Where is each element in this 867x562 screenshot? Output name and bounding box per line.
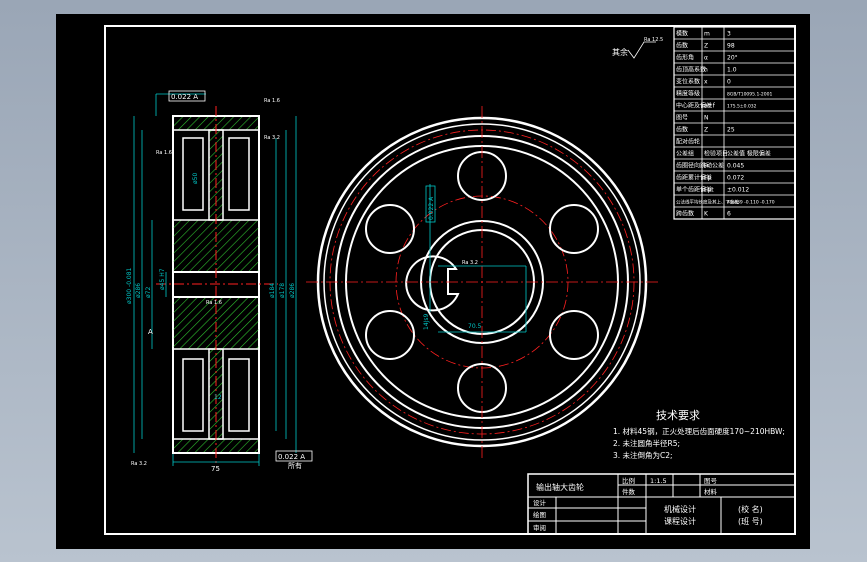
table-cell-symbol: K bbox=[704, 211, 709, 218]
datum-label: A bbox=[148, 328, 153, 336]
roughness-note: 其余 Ra 12.5 bbox=[612, 37, 663, 59]
tech-requirements: 技术要求 1. 材料45钢，正火处理后齿面硬度170~210HBW; 2. 未注… bbox=[613, 409, 785, 460]
title-block-texts: 输出轴大齿轮 比例 1:1.5 图号 件数 材料 设计 绘图 审阅 机械设计 课… bbox=[533, 476, 763, 532]
table-cell-name: 齿顶高系数 bbox=[676, 66, 706, 74]
front-view bbox=[306, 106, 658, 458]
table-cell-name: 图号 bbox=[676, 115, 688, 122]
table-cell-value: 8GB/T10095.1-2001 bbox=[727, 92, 773, 98]
roughness-1: Ra 1.6 bbox=[264, 98, 280, 104]
hole-dim: ø50 bbox=[192, 173, 199, 184]
table-cell-name: 跨齿数 bbox=[676, 210, 694, 218]
table-cell-value: 0.072 bbox=[727, 175, 744, 182]
roughness-2: Ra 3.2 bbox=[264, 135, 280, 141]
material-label: 材料 bbox=[704, 487, 718, 496]
table-cell-symbol: Z bbox=[704, 127, 708, 134]
reviewer-label: 审阅 bbox=[533, 523, 546, 532]
scale-value: 1:1.5 bbox=[650, 477, 667, 485]
parameter-table: 模数 m 3 齿数 Z 98 齿形角 α 20° 齿顶高系数h 1.0 变位系数 x 0 精度等级 8GB/T… bbox=[673, 26, 796, 220]
table-cell-value: 175.5±0.032 bbox=[727, 104, 757, 110]
table-cell-value: 3 bbox=[727, 31, 731, 38]
school-line-2: (班 号) bbox=[738, 516, 763, 526]
scale-label: 比例 bbox=[622, 476, 635, 485]
table-cell-value: 1.0 bbox=[727, 67, 737, 74]
roughness-note-value: Ra 12.5 bbox=[644, 37, 663, 43]
hub-dim: ø72 bbox=[145, 287, 152, 298]
table-cell-value: 0 bbox=[727, 79, 731, 86]
tech-item-3: 3. 未注倒角为C2; bbox=[613, 450, 673, 460]
table-cell-value: 公差值 极限偏差 bbox=[727, 150, 771, 158]
table-cell-symbol: h bbox=[704, 67, 708, 74]
table-cell-symbol: Z bbox=[704, 43, 708, 50]
table-cell-value: 42.439 -0.110 -0.170 bbox=[727, 200, 775, 206]
table-cell-symbol: a±f bbox=[704, 103, 716, 110]
table-cell-value: 6 bbox=[727, 211, 731, 218]
table-cell-symbol: α bbox=[704, 55, 708, 62]
roughness-5: Ra 1.6 bbox=[156, 150, 172, 156]
table-cell-value: 20° bbox=[727, 55, 738, 62]
keyway-tolerance: 0.022 A bbox=[428, 196, 435, 220]
table-cell-name: 精度等级 bbox=[676, 90, 700, 98]
tolerance-top: 0.022 A bbox=[171, 93, 198, 101]
drawing-no-label: 图号 bbox=[704, 477, 718, 485]
table-cell-name: 变位系数 bbox=[676, 78, 700, 86]
section-view bbox=[156, 106, 278, 464]
web-dim-1: ø184 bbox=[269, 283, 276, 298]
quantity-label: 件数 bbox=[622, 487, 636, 496]
table-cell-symbol: 检验项目 bbox=[704, 150, 728, 158]
table-cell-name: 齿数 bbox=[676, 42, 688, 50]
table-cell-name: 齿圈径向跳动公差 bbox=[676, 162, 724, 170]
course-line-1: 机械设计 bbox=[664, 504, 696, 514]
table-cell-symbol: Fr bbox=[704, 163, 710, 170]
drawer-label: 绘图 bbox=[533, 510, 546, 519]
table-cell-name: 配对齿轮 bbox=[676, 138, 700, 146]
school-line-1: (校 名) bbox=[738, 504, 763, 514]
tip-dim: ø300 -0.081 bbox=[126, 267, 133, 304]
width-dim: 75 bbox=[211, 465, 220, 473]
tech-item-2: 2. 未注圆角半径R5; bbox=[613, 438, 680, 448]
table-cell-symbol: m bbox=[704, 31, 710, 38]
tech-item-1: 1. 材料45钢，正火处理后齿面硬度170~210HBW; bbox=[613, 426, 785, 436]
bore-dim: ø45 H7 bbox=[159, 268, 166, 290]
roughness-4: Ra 3.2 bbox=[131, 461, 147, 467]
dim-12: 12 bbox=[214, 394, 222, 401]
tip-dim-right: ø286 bbox=[289, 283, 296, 298]
drawing-name: 输出轴大齿轮 bbox=[536, 482, 584, 492]
cad-viewport[interactable]: 0.022 A 0.022 A 所有 75 A ø300 -0.081 ø286… bbox=[56, 14, 810, 549]
table-cell-value: 98 bbox=[727, 43, 735, 50]
table-cell-symbol: Fp bbox=[704, 175, 711, 182]
course-line-2: 课程设计 bbox=[664, 516, 696, 526]
keyway-roughness: Ra 3.2 bbox=[462, 260, 478, 266]
tech-title: 技术要求 bbox=[656, 409, 700, 422]
roughness-note-label: 其余 bbox=[612, 47, 628, 57]
table-cell-name: 模数 bbox=[676, 30, 688, 38]
roughness-3: Ra 1.6 bbox=[206, 300, 222, 306]
table-cell-value: 25 bbox=[727, 127, 735, 134]
table-cell-name: 齿形角 bbox=[676, 54, 694, 62]
keyway-depth: 70.5 bbox=[468, 323, 482, 330]
table-cell-name: 公差组 bbox=[676, 150, 694, 158]
designer-label: 设计 bbox=[533, 498, 547, 507]
tolerance-bottom: 0.022 A bbox=[278, 453, 305, 461]
gear-drawing-canvas[interactable]: 0.022 A 0.022 A 所有 75 A ø300 -0.081 ø286… bbox=[56, 14, 810, 549]
table-cell-symbol: x bbox=[704, 79, 708, 86]
table-cell-symbol: N bbox=[704, 115, 709, 122]
table-cell-value: 0.045 bbox=[727, 163, 744, 170]
table-cell-name: 齿数 bbox=[676, 126, 688, 134]
table-cell-symbol: Fpt bbox=[704, 187, 714, 194]
root-dim: ø286 bbox=[135, 283, 142, 298]
keyway-width: 14Js9 bbox=[423, 313, 430, 330]
web-dim-2: ø178 bbox=[279, 283, 286, 298]
bottom-note: 所有 bbox=[288, 461, 302, 470]
table-cell-value: ±0.012 bbox=[727, 187, 749, 194]
